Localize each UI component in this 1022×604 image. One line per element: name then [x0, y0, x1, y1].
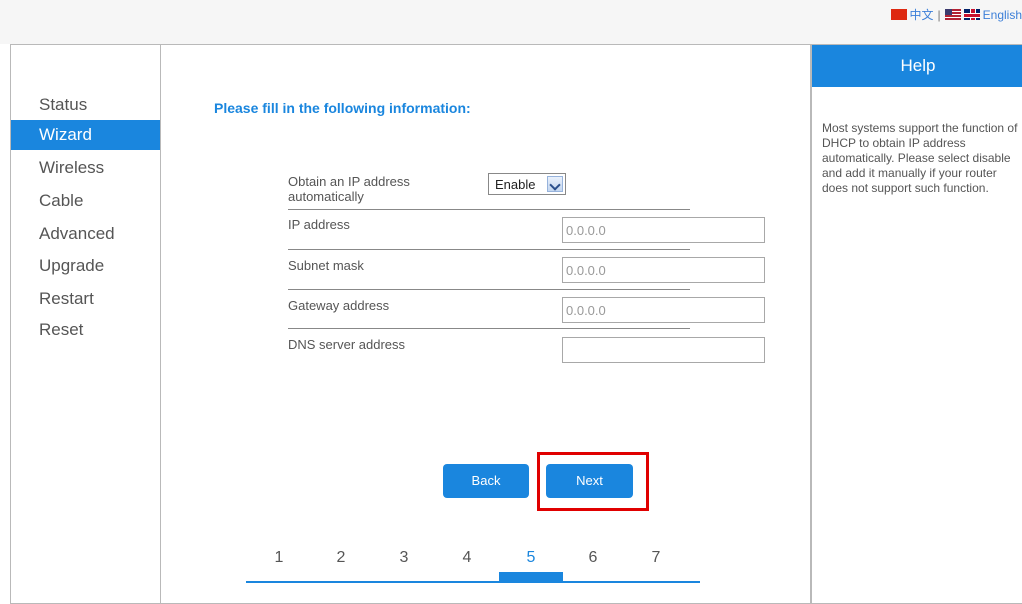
sidebar-item-cable[interactable]: Cable: [11, 186, 161, 216]
main-panel: [160, 44, 811, 604]
sidebar-item-wizard[interactable]: Wizard: [11, 120, 161, 150]
gateway-address-field[interactable]: [562, 297, 765, 323]
step-3: 3: [389, 549, 419, 567]
sidebar-item-reset[interactable]: Reset: [11, 315, 161, 345]
form-divider: [288, 289, 690, 290]
chevron-down-icon[interactable]: [547, 176, 563, 192]
obtain-ip-select[interactable]: Enable: [488, 173, 566, 195]
step-6: 6: [578, 549, 608, 567]
language-separator: |: [938, 8, 941, 22]
help-title: Help: [812, 45, 1022, 87]
form-heading: Please fill in the following information…: [214, 100, 471, 116]
step-7: 7: [641, 549, 671, 567]
ip-address-field[interactable]: [562, 217, 765, 243]
subnet-mask-field[interactable]: [562, 257, 765, 283]
sidebar-item-wireless[interactable]: Wireless: [11, 153, 161, 183]
top-bar: 中文 | English: [0, 0, 1022, 44]
sidebar-item-advanced[interactable]: Advanced: [11, 219, 161, 249]
language-english-link[interactable]: English: [983, 8, 1022, 22]
step-5-current: 5: [516, 549, 546, 567]
ip-address-label: IP address: [288, 217, 350, 232]
obtain-ip-label: Obtain an IP address automatically: [288, 174, 468, 204]
form-divider: [288, 249, 690, 250]
back-button[interactable]: Back: [443, 464, 529, 498]
next-button-highlight: [537, 452, 649, 511]
gateway-address-label: Gateway address: [288, 298, 389, 313]
obtain-ip-select-value: Enable: [495, 177, 535, 192]
dns-server-label: DNS server address: [288, 337, 405, 352]
form-divider: [288, 209, 690, 210]
us-flag-icon: [945, 9, 961, 20]
help-panel: Help Most systems support the function o…: [811, 44, 1022, 604]
sidebar-nav: Status Wizard Wireless Cable Advanced Up…: [10, 44, 161, 604]
sidebar-item-status[interactable]: Status: [11, 90, 161, 120]
step-2: 2: [326, 549, 356, 567]
step-4: 4: [452, 549, 482, 567]
sidebar-item-restart[interactable]: Restart: [11, 284, 161, 314]
dns-server-field[interactable]: [562, 337, 765, 363]
uk-flag-icon: [964, 9, 980, 20]
step-1: 1: [264, 549, 294, 567]
step-progress-line: [246, 581, 700, 583]
form-divider: [288, 328, 690, 329]
language-switcher: 中文 | English: [891, 6, 1022, 23]
subnet-mask-label: Subnet mask: [288, 258, 364, 273]
help-text: Most systems support the function of DHC…: [822, 121, 1018, 196]
language-chinese-link[interactable]: 中文: [910, 6, 934, 23]
china-flag-icon: [891, 9, 907, 20]
sidebar-item-upgrade[interactable]: Upgrade: [11, 251, 161, 281]
